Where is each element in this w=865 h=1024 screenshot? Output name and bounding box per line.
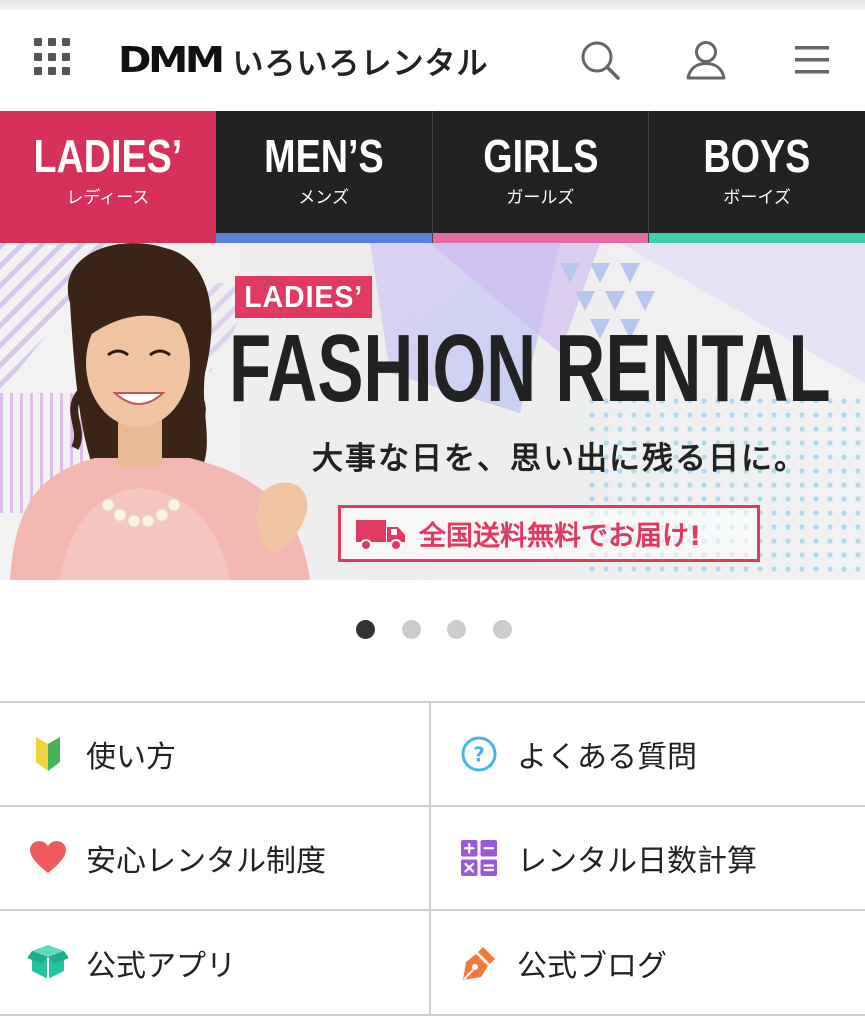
link-how-to-use[interactable]: 使い方 [0, 703, 431, 807]
carousel-dot-3[interactable] [447, 620, 467, 639]
link-label: レンタル日数計算 [517, 844, 757, 879]
tab-title: BOYS [703, 130, 811, 182]
carousel-dot-1[interactable] [356, 620, 375, 639]
grid-menu-icon[interactable] [34, 38, 72, 76]
link-official-app[interactable]: 公式アプリ [0, 911, 431, 1016]
tab-color-bar [0, 233, 216, 243]
tab-subtitle: ガールズ [506, 188, 575, 208]
tab-title: GIRLS [482, 130, 599, 182]
link-label: 安心レンタル制度 [86, 844, 326, 879]
carousel-indicators [356, 620, 512, 640]
pen-nib-icon [459, 943, 499, 983]
carousel-dot-2[interactable] [401, 620, 421, 639]
user-icon [686, 41, 726, 80]
brand-logo: DMM [118, 39, 225, 81]
tab-color-bar [215, 233, 432, 243]
calculator-icon [459, 838, 499, 878]
banner-tagline: 大事な日を、思い出に残る日に。 [312, 441, 807, 477]
banner-title: FASHION RENTAL [229, 315, 831, 422]
search-icon [581, 41, 620, 80]
question-circle-icon: ? [459, 734, 499, 774]
tab-subtitle: メンズ [298, 188, 349, 208]
svg-text:?: ? [473, 743, 485, 767]
site-logo[interactable]: DMM いろいろレンタル [118, 36, 489, 84]
tab-color-bar [432, 233, 649, 243]
free-shipping-text: 全国送料無料でお届け! [419, 521, 702, 552]
banner-ladies-tag: LADIES’ [235, 276, 373, 318]
search-button[interactable] [578, 38, 622, 82]
hamburger-menu-button[interactable] [790, 38, 834, 82]
tab-title: LADIES’ [33, 130, 183, 182]
truck-icon [356, 519, 405, 551]
link-label: よくある質問 [517, 740, 697, 775]
account-button[interactable] [684, 38, 728, 82]
beginner-leaf-icon [28, 734, 68, 774]
tab-subtitle: ボーイズ [723, 188, 791, 208]
link-official-blog[interactable]: 公式ブログ [431, 911, 865, 1016]
hero-banner[interactable]: LADIES’ FASHION RENTAL 大事な日を、思い出に残る日に。 全… [0, 243, 865, 580]
link-label: 公式アプリ [86, 948, 236, 984]
tab-ladies[interactable]: LADIES’ レディース [0, 111, 216, 243]
tab-title: MEN’S [263, 130, 384, 182]
tab-mens[interactable]: MEN’S メンズ [215, 111, 433, 243]
tab-subtitle: レディース [66, 188, 150, 208]
tab-boys[interactable]: BOYS ボーイズ [649, 111, 865, 243]
app-box-icon [28, 943, 68, 983]
free-shipping-badge: 全国送料無料でお届け! [338, 505, 760, 562]
service-name: いろいろレンタル [232, 45, 489, 82]
hamburger-menu-icon [795, 46, 829, 74]
tab-girls[interactable]: GIRLS ガールズ [432, 111, 650, 243]
heart-icon [28, 838, 68, 878]
status-strip [0, 0, 865, 10]
site-header: DMM いろいろレンタル [0, 10, 865, 110]
link-faq[interactable]: ? よくある質問 [431, 703, 865, 807]
link-rental-days-calc[interactable]: レンタル日数計算 [431, 807, 865, 911]
link-safe-rental[interactable]: 安心レンタル制度 [0, 807, 431, 911]
tab-color-bar [649, 233, 865, 243]
link-label: 公式ブログ [517, 948, 667, 984]
info-links-grid: 使い方 ? よくある質問 安心レンタル制度 レンタル日数計算 公式アプリ 公式ブ… [0, 701, 865, 1016]
link-label: 使い方 [86, 740, 176, 775]
category-tabs: LADIES’ レディース MEN’S メンズ GIRLS ガールズ BOYS … [0, 111, 865, 243]
carousel-dot-4[interactable] [492, 620, 512, 639]
